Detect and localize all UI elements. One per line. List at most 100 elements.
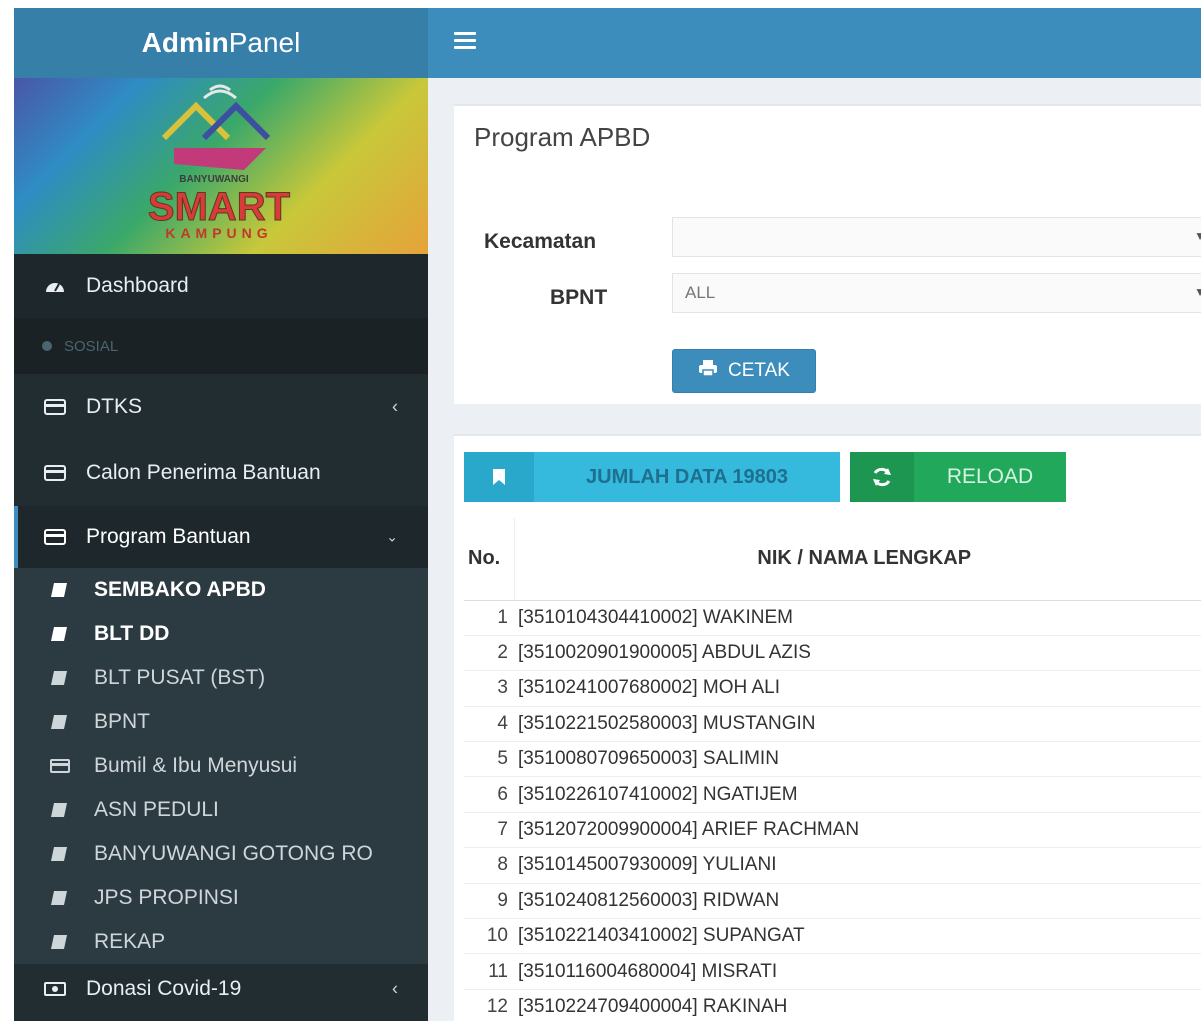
submenu-item-label: ASN PEDULI [94,798,219,821]
row-nik-nama: [3510020901900005] ABDUL AZIS [514,634,1201,671]
print-icon [698,359,718,383]
table-row[interactable]: 2 [3510020901900005] ABDUL AZIS [464,634,1201,671]
column-header-no[interactable]: No. [464,518,515,601]
penerima-table: No. NIK / NAMA LENGKAP 1 [351010430441000… [464,518,1201,1021]
sidebar: Admin Panel BANYUWANGI SMART KAMPUNG Dash… [14,8,428,1021]
submenu-item-label: BANYUWANGI GOTONG RO [94,842,373,865]
book-icon [50,801,70,819]
chevron-left-icon: ‹ [392,396,398,417]
row-number: 6 [464,776,514,813]
row-nik-nama: [3510145007930009] YULIANI [514,847,1201,884]
dropdown-arrow-icon: ▼ [1194,285,1201,299]
data-box: JUMLAH DATA 19803 RELOAD No. NIK / NAMA … [454,434,1201,1021]
brand-banner: BANYUWANGI SMART KAMPUNG [14,78,428,254]
sidebar-item-label: DTKS [86,395,143,418]
table-row[interactable]: 7 [3512072009900004] ARIEF RACHMAN [464,811,1201,848]
submenu-item-label: JPS PROPINSI [94,886,239,909]
sidebar-item-label: Calon Penerima Bantuan [86,461,321,484]
main-content: Program APBD Kecamatan ▼ BPNT ALL ▼ CETA… [428,78,1201,1021]
top-navbar [428,8,1201,78]
section-header-label: SOSIAL [64,337,119,355]
jumlah-data-button[interactable]: JUMLAH DATA 19803 [464,452,840,502]
row-number: 9 [464,882,514,919]
table-row[interactable]: 12 [3510224709400004] RAKINAH [464,988,1201,1021]
row-number: 5 [464,741,514,777]
submenu-item-label: BLT DD [94,622,170,645]
page-title: Program APBD [474,122,651,152]
logo-light-text: Panel [228,27,301,58]
app-logo[interactable]: Admin Panel [14,8,428,78]
sidebar-item-dtks[interactable]: DTKS ‹ [14,374,428,440]
row-number: 2 [464,634,514,671]
sidebar-section-header: SOSIAL [14,318,428,374]
table-row[interactable]: 5 [3510080709650003] SALIMIN [464,741,1201,777]
sidebar-item-program-bantuan[interactable]: Program Bantuan ⌄ [14,506,428,568]
cetak-button[interactable]: CETAK [672,349,816,393]
submenu-item-label: Bumil & Ibu Menyusui [94,754,298,777]
row-number: 7 [464,811,514,848]
brand-title-text: SMART [148,185,290,229]
row-nik-nama: [3510226107410002] NGATIJEM [514,776,1201,813]
sidebar-item-dashboard[interactable]: Dashboard [14,254,428,318]
bpnt-select-value: ALL [685,283,716,302]
row-nik-nama: [3510221502580003] MUSTANGIN [514,705,1201,742]
smart-kampung-logo: BANYUWANGI SMART KAMPUNG [147,84,291,241]
sidebar-item-donasi-covid[interactable]: Donasi Covid-19 ‹ [14,964,428,1014]
submenu-item-asn-peduli[interactable]: ASN PEDULI [14,788,428,832]
row-nik-nama: [3510104304410002] WAKINEM [514,599,1201,636]
submenu-item-bumil[interactable]: Bumil & Ibu Menyusui [14,744,428,788]
book-icon [50,845,70,863]
book-icon [50,581,70,599]
submenu-item-blt-dd[interactable]: BLT DD [14,612,428,656]
bpnt-label: BPNT [550,286,608,309]
table-row[interactable]: 9 [3510240812560003] RIDWAN [464,882,1201,919]
row-number: 11 [464,953,514,990]
submenu-item-banyuwangi-gotong-royong[interactable]: BANYUWANGI GOTONG RO [14,832,428,876]
table-row[interactable]: 1 [3510104304410002] WAKINEM [464,599,1201,636]
cetak-button-label: CETAK [728,360,790,381]
table-row[interactable]: 10 [3510221403410002] SUPANGAT [464,918,1201,954]
table-row[interactable]: 11 [3510116004680004] MISRATI [464,953,1201,990]
menu-toggle-icon[interactable] [454,32,476,50]
submenu-item-jps-propinsi[interactable]: JPS PROPINSI [14,876,428,920]
book-icon [50,889,70,907]
sidebar-item-label: Donasi Covid-19 [86,977,242,1000]
sidebar-item-label: Program Bantuan [86,525,251,548]
row-number: 8 [464,847,514,884]
logo-bold-text: Admin [141,27,229,58]
credit-card-icon [44,396,66,418]
submenu-item-label: SEMBAKO APBD [94,578,266,601]
jumlah-data-label: JUMLAH DATA 19803 [586,465,788,488]
row-number: 4 [464,705,514,742]
table-row[interactable]: 6 [3510226107410002] NGATIJEM [464,776,1201,813]
reload-label: RELOAD [946,465,1034,488]
bpnt-select[interactable]: ALL ▼ [672,273,1201,313]
row-nik-nama: [3510080709650003] SALIMIN [514,741,1201,777]
table-row[interactable]: 3 [3510241007680002] MOH ALI [464,670,1201,707]
submenu-item-label: REKAP [94,930,166,953]
kecamatan-select[interactable]: ▼ [672,217,1201,257]
submenu-item-bpnt[interactable]: BPNT [14,700,428,744]
row-nik-nama: [3510221403410002] SUPANGAT [514,918,1201,954]
column-header-nik-nama[interactable]: NIK / NAMA LENGKAP [514,518,1201,601]
row-nik-nama: [3510116004680004] MISRATI [514,953,1201,990]
circle-icon [42,341,52,351]
submenu-item-rekap[interactable]: REKAP [14,920,428,964]
chevron-left-icon: ‹ [392,978,398,999]
submenu-item-label: BLT PUSAT (BST) [94,666,266,689]
row-number: 12 [464,988,514,1021]
submenu-item-sembako-apbd[interactable]: SEMBAKO APBD [14,568,428,612]
reload-button[interactable]: RELOAD [850,452,1066,502]
table-row[interactable]: 4 [3510221502580003] MUSTANGIN [464,705,1201,742]
row-nik-nama: [3510240812560003] RIDWAN [514,882,1201,919]
sidebar-item-calon-penerima[interactable]: Calon Penerima Bantuan [14,440,428,506]
submenu-item-label: BPNT [94,710,151,733]
table-row[interactable]: 8 [3510145007930009] YULIANI [464,847,1201,884]
row-nik-nama: [3510224709400004] RAKINAH [514,988,1201,1021]
book-icon [50,713,70,731]
dashboard-icon [44,275,66,297]
row-number: 1 [464,599,514,636]
submenu-item-blt-pusat[interactable]: BLT PUSAT (BST) [14,656,428,700]
row-nik-nama: [3512072009900004] ARIEF RACHMAN [514,811,1201,848]
sidebar-item-label: Dashboard [86,274,189,297]
